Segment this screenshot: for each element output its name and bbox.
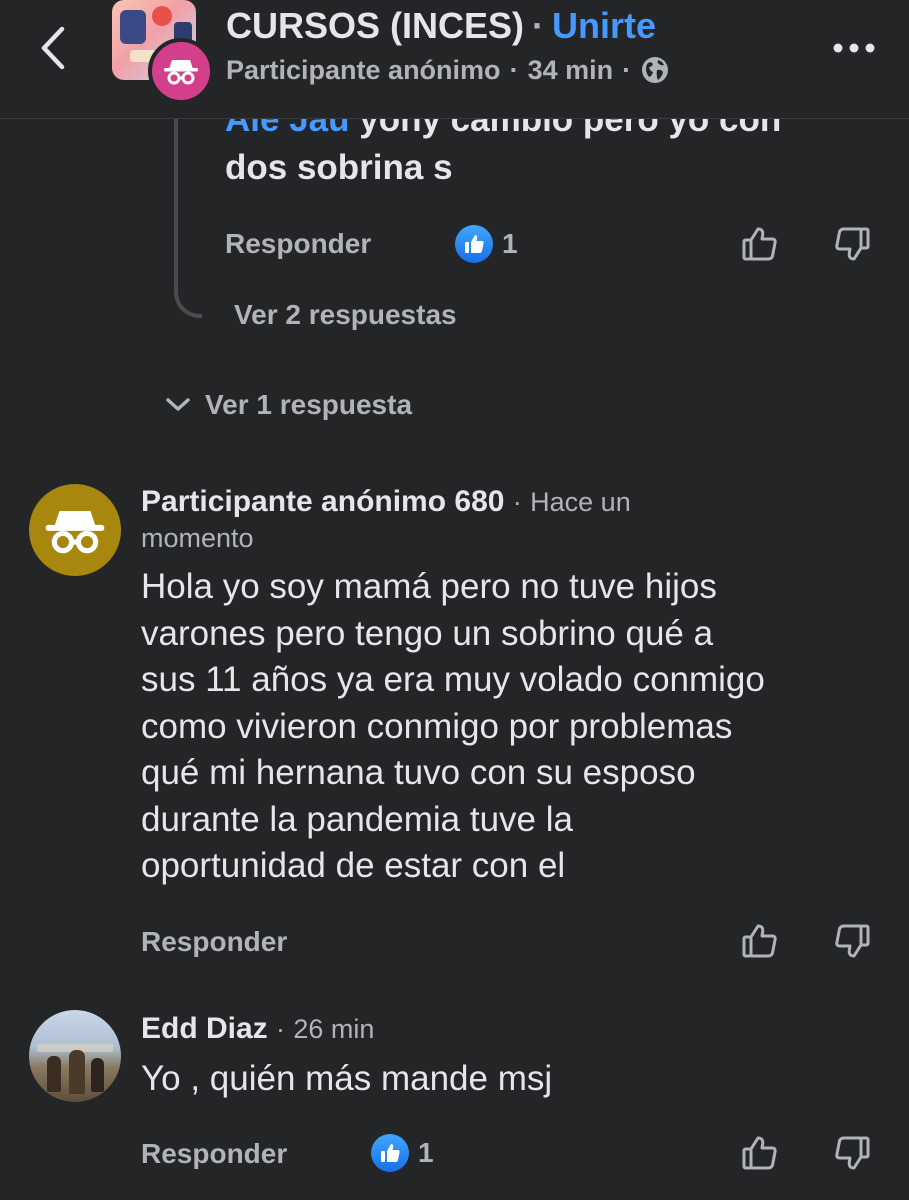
join-group-link[interactable]: Unirte xyxy=(552,5,656,47)
thumbs-up-outline-icon xyxy=(742,924,777,958)
post-time[interactable]: 34 min xyxy=(528,55,614,86)
like-count: 1 xyxy=(418,1137,434,1168)
comment-line: sus 11 años ya era muy volado conmigo xyxy=(141,660,765,699)
avatar-edd-diaz[interactable] xyxy=(29,1010,121,1102)
view-one-reply-link[interactable]: Ver 1 respuesta xyxy=(165,389,412,421)
comment-author[interactable]: Participante anónimo 680 xyxy=(141,485,504,518)
comment-time-continued: momento xyxy=(141,523,254,553)
comment-header: Participante anónimo 680 · Hace un momen… xyxy=(141,484,761,556)
thumbs-up-outline-icon xyxy=(742,1136,777,1170)
more-horizontal-icon xyxy=(833,43,875,53)
post-author: Participante anónimo xyxy=(226,54,501,85)
reaction-count[interactable]: 1 xyxy=(371,1134,434,1172)
thumbs-down-outline-icon xyxy=(835,227,870,261)
reply-button[interactable]: Responder xyxy=(141,926,287,958)
more-options-button[interactable] xyxy=(826,26,882,70)
upvote-button[interactable] xyxy=(740,921,780,961)
reply-button[interactable]: Responder xyxy=(225,228,371,260)
group-title[interactable]: CURSOS (INCES) xyxy=(226,5,524,47)
comment-line: durante la pandemia tuve la xyxy=(141,799,573,839)
post-header: CURSOS (INCES) · Unirte Participante anó… xyxy=(0,0,909,119)
like-badge xyxy=(371,1134,409,1172)
anonymous-badge xyxy=(148,38,214,104)
avatar-anonymous[interactable] xyxy=(29,484,121,576)
comment-line: como vivieron conmigo por problemas xyxy=(141,706,733,746)
upvote-button[interactable] xyxy=(740,1133,780,1173)
view-replies-link[interactable]: Ver 2 respuestas xyxy=(234,299,457,331)
comment-time[interactable]: Hace un xyxy=(530,487,631,517)
like-count: 1 xyxy=(502,228,518,259)
post-meta: Participante anónimo · 34 min · xyxy=(226,52,670,88)
chevron-left-icon xyxy=(41,26,65,70)
anonymous-icon xyxy=(164,60,198,85)
thumbs-up-icon xyxy=(465,235,484,253)
chevron-down-icon xyxy=(165,397,191,413)
thumbs-down-outline-icon xyxy=(835,1136,870,1170)
separator-dot: · xyxy=(512,487,522,517)
thumbs-down-outline-icon xyxy=(835,924,870,958)
comment-header: Edd Diaz · 26 min xyxy=(141,1011,374,1047)
anonymous-icon xyxy=(45,511,105,554)
separator-dot: · xyxy=(532,5,545,46)
like-badge xyxy=(455,225,493,263)
reply-button[interactable]: Responder xyxy=(141,1138,287,1170)
comment-line: qué mi hernana tuvo con su esposo xyxy=(141,753,696,792)
comment-time[interactable]: 26 min xyxy=(293,1014,374,1044)
downvote-button[interactable] xyxy=(832,921,872,961)
reply-text-line2: dos sobrina s xyxy=(225,148,453,187)
upvote-button[interactable] xyxy=(740,224,780,264)
downvote-button[interactable] xyxy=(832,224,872,264)
comment-author[interactable]: Edd Diaz xyxy=(141,1012,268,1045)
view-replies-label: Ver 2 respuestas xyxy=(234,299,457,330)
thumbs-up-outline-icon xyxy=(742,227,777,261)
group-title-row: CURSOS (INCES) · Unirte xyxy=(226,4,656,48)
separator-dot: · xyxy=(622,54,632,85)
comment-body: Yo , quién más mande msj xyxy=(141,1059,553,1098)
separator-dot: · xyxy=(276,1014,286,1044)
back-button[interactable] xyxy=(28,20,78,76)
view-one-reply-label: Ver 1 respuesta xyxy=(205,389,413,420)
downvote-button[interactable] xyxy=(832,1133,872,1173)
comment-line: Hola yo soy mamá pero no tuve hijos xyxy=(141,567,717,606)
thread-connector xyxy=(174,118,202,318)
globe-icon xyxy=(642,57,669,83)
comment-line: varones pero tengo un sobrino qué a xyxy=(141,613,714,653)
comment-body: Hola yo soy mamá pero no tuve hijos varo… xyxy=(141,564,901,890)
separator-dot: · xyxy=(509,54,519,85)
reaction-count[interactable]: 1 xyxy=(455,225,518,263)
comment-line: oportunidad de estar con el xyxy=(141,846,566,885)
thumbs-up-icon xyxy=(381,1144,400,1162)
